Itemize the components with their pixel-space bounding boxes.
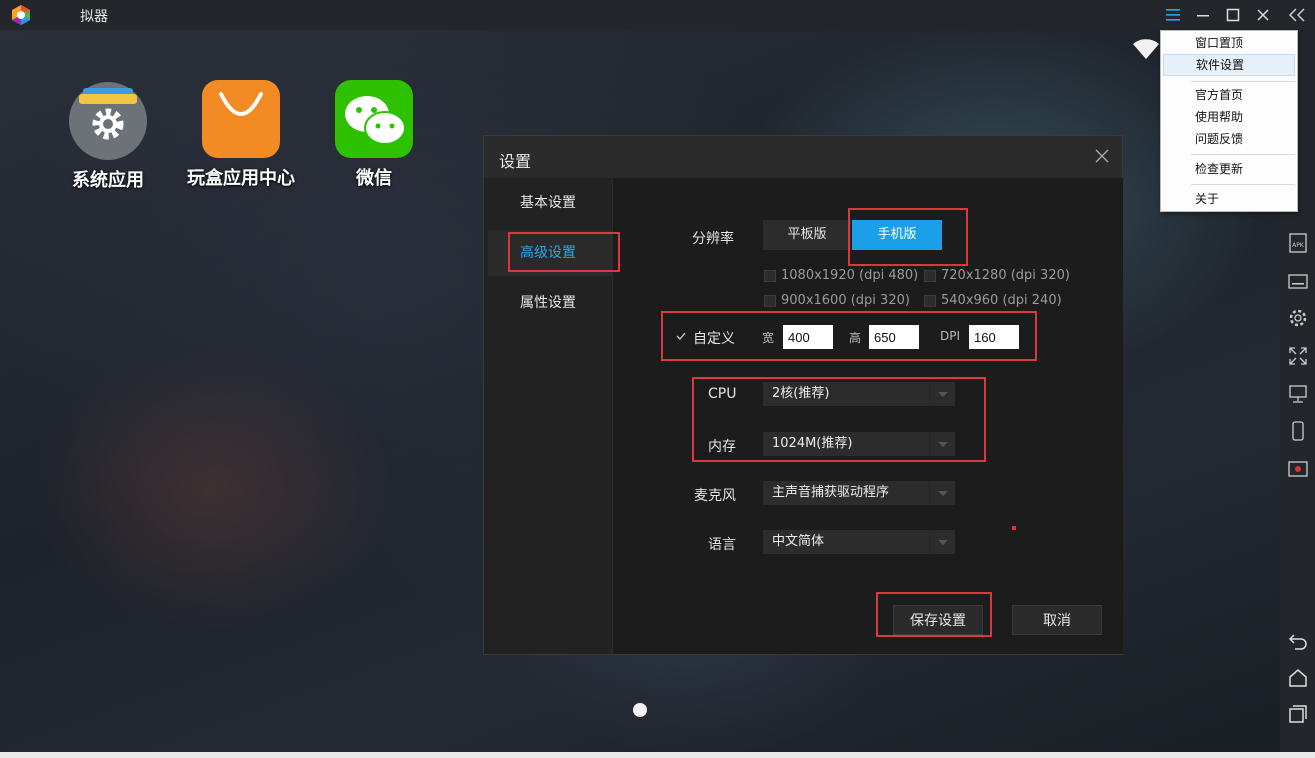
resolution-option: 900x1600 (dpi 320) (781, 293, 910, 308)
minimize-button[interactable] (1188, 0, 1218, 30)
recent-apps-icon[interactable] (1287, 703, 1309, 725)
menu-item-check-updates[interactable]: 检查更新 (1163, 158, 1295, 180)
resolution-option: 540x960 (dpi 240) (941, 293, 1062, 308)
resolution-option: 720x1280 (dpi 320) (941, 268, 1070, 283)
language-select[interactable]: 中文简体 (763, 530, 955, 554)
dialog-close-icon[interactable] (1092, 146, 1112, 166)
title-bar: 拟器 (0, 0, 1315, 30)
hamburger-icon (1166, 9, 1180, 21)
keyboard-icon[interactable] (1287, 270, 1309, 292)
wifi-icon (1133, 39, 1159, 59)
back-icon[interactable] (1287, 630, 1309, 652)
maximize-icon (1226, 8, 1240, 22)
home-icon[interactable] (1287, 667, 1309, 689)
highlight-box (876, 592, 992, 637)
cancel-button[interactable]: 取消 (1012, 605, 1102, 635)
desktop-icon-label: 系统应用 (72, 170, 144, 191)
highlight-box (848, 208, 968, 266)
tab-basic-settings[interactable]: 基本设置 (488, 180, 612, 226)
app-logo-icon (12, 5, 30, 25)
close-button[interactable] (1248, 0, 1278, 30)
apk-install-icon[interactable]: APK (1287, 232, 1309, 254)
menu-separator (1191, 184, 1295, 185)
record-video-icon[interactable] (1287, 458, 1309, 480)
resolution-checkbox[interactable] (924, 295, 936, 307)
microphone-select-value: 主声音捕获驱动程序 (772, 485, 890, 500)
gear-icon (92, 108, 124, 140)
resolution-checkbox[interactable] (764, 295, 776, 307)
close-icon (1257, 9, 1269, 21)
maximize-button[interactable] (1218, 0, 1248, 30)
rotate-phone-icon[interactable] (1287, 420, 1309, 442)
menu-separator (1191, 81, 1295, 82)
tablet-mode-button[interactable]: 平板版 (763, 220, 851, 250)
menu-separator (1191, 154, 1295, 155)
resolution-option: 1080x1920 (dpi 480) (781, 268, 919, 283)
microphone-label: 麦克风 (694, 488, 736, 504)
language-label: 语言 (708, 537, 736, 553)
language-select-value: 中文简体 (772, 534, 825, 549)
desktop-icon-wechat[interactable]: 微信 (309, 80, 439, 190)
resolution-checkbox[interactable] (924, 270, 936, 282)
menu-item-official-site[interactable]: 官方首页 (1163, 84, 1295, 106)
menu-item-pin-window[interactable]: 窗口置顶 (1163, 32, 1295, 54)
highlight-box (508, 232, 620, 272)
screen-share-icon[interactable] (1287, 383, 1309, 405)
double-chevron-left-icon (1288, 8, 1305, 22)
main-menu-dropdown: 窗口置顶 软件设置 官方首页 使用帮助 问题反馈 检查更新 关于 (1160, 30, 1298, 212)
shopping-bag-icon (202, 80, 280, 158)
tab-property-settings[interactable]: 属性设置 (488, 280, 612, 326)
menu-item-software-settings[interactable]: 软件设置 (1163, 54, 1295, 76)
desktop-icon-label: 微信 (356, 168, 392, 189)
menu-item-help[interactable]: 使用帮助 (1163, 106, 1295, 128)
menu-item-about[interactable]: 关于 (1163, 188, 1295, 210)
desktop-icon-label: 玩盒应用中心 (187, 168, 295, 189)
desktop-icon-app-center[interactable]: 玩盒应用中心 (176, 80, 306, 190)
chevron-down-icon (929, 481, 955, 505)
chevron-down-icon (929, 530, 955, 554)
menu-item-feedback[interactable]: 问题反馈 (1163, 128, 1295, 150)
settings-gear-icon[interactable] (1287, 307, 1309, 329)
resolution-label: 分辨率 (692, 231, 734, 247)
highlight-box (692, 377, 986, 462)
fullscreen-icon[interactable] (1287, 345, 1309, 367)
menu-button[interactable] (1158, 0, 1188, 30)
page-indicator-dot (633, 703, 647, 717)
status-strip (0, 752, 1315, 758)
desktop-icon-system-apps[interactable]: 系统应用 (43, 82, 173, 192)
wechat-icon (335, 80, 413, 158)
dialog-header: 设置 (484, 136, 1122, 178)
collapse-sidebar-button[interactable] (1282, 0, 1312, 30)
highlight-box (661, 311, 1037, 361)
marker-dot (1012, 526, 1016, 530)
dialog-title: 设置 (499, 152, 532, 171)
svg-text:APK: APK (1292, 242, 1305, 249)
folder-icon (69, 82, 147, 160)
window-title: 拟器 (80, 9, 108, 25)
minimize-icon (1197, 15, 1209, 17)
resolution-checkbox[interactable] (764, 270, 776, 282)
microphone-select[interactable]: 主声音捕获驱动程序 (763, 481, 955, 505)
